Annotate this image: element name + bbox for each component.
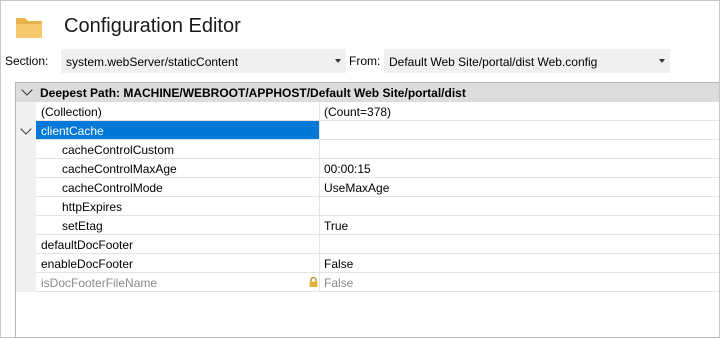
property-row-cachecontrolcustom[interactable]: cacheControlCustom	[16, 140, 719, 159]
row-gutter	[16, 197, 36, 216]
chevron-down-icon[interactable]	[20, 123, 32, 135]
row-gutter	[16, 235, 36, 254]
from-dropdown[interactable]: Default Web Site/portal/dist Web.config	[384, 49, 670, 73]
property-value[interactable]: UseMaxAge	[324, 178, 389, 199]
row-gutter	[16, 121, 36, 140]
property-name: clientCache	[36, 121, 320, 139]
property-grid: Deepest Path: MACHINE/WEBROOT/APPHOST/De…	[15, 82, 719, 338]
property-value[interactable]: True	[324, 216, 348, 237]
property-value[interactable]: False	[324, 254, 353, 275]
section-toolbar: Section: system.webServer/staticContent …	[1, 48, 719, 74]
property-row-enabledocfooter[interactable]: enableDocFooter False	[16, 254, 719, 273]
from-label: From:	[349, 54, 381, 68]
editor-header: Configuration Editor	[1, 1, 719, 45]
property-name: cacheControlMode	[36, 178, 320, 196]
property-name: httpExpires	[36, 197, 320, 215]
property-name: cacheControlCustom	[36, 140, 320, 158]
property-row-cachecontrolmaxage[interactable]: cacheControlMaxAge 00:00:15	[16, 159, 719, 178]
property-value[interactable]: 00:00:15	[324, 159, 371, 180]
property-row-clientcache[interactable]: clientCache	[16, 121, 719, 140]
configuration-editor-panel: Configuration Editor Section: system.web…	[0, 0, 720, 338]
deepest-path-label: Deepest Path: MACHINE/WEBROOT/APPHOST/De…	[40, 86, 466, 100]
row-gutter	[16, 254, 36, 273]
property-name: (Collection)	[36, 102, 320, 120]
from-dropdown-value: Default Web Site/portal/dist Web.config	[389, 55, 598, 69]
property-row-cachecontrolmode[interactable]: cacheControlMode UseMaxAge	[16, 178, 719, 197]
folder-icon	[16, 18, 42, 38]
chevron-down-icon	[659, 59, 665, 63]
property-value[interactable]: (Count=378)	[324, 102, 391, 123]
property-row-defaultdocfooter[interactable]: defaultDocFooter	[16, 235, 719, 254]
row-gutter	[16, 273, 36, 292]
section-dropdown[interactable]: system.webServer/staticContent	[61, 49, 346, 73]
property-name: isDocFooterFileName	[36, 273, 320, 291]
row-gutter	[16, 216, 36, 235]
property-name: enableDocFooter	[36, 254, 320, 272]
row-gutter	[16, 140, 36, 159]
property-rows: (Collection) (Count=378) clientCache cac…	[16, 102, 719, 292]
property-value: False	[324, 276, 354, 290]
row-gutter	[16, 102, 36, 121]
property-name: setEtag	[36, 216, 320, 234]
row-gutter	[16, 159, 36, 178]
property-name: cacheControlMaxAge	[36, 159, 320, 177]
deepest-path-header[interactable]: Deepest Path: MACHINE/WEBROOT/APPHOST/De…	[16, 83, 719, 102]
chevron-down-icon[interactable]	[21, 84, 33, 96]
property-row-httpexpires[interactable]: httpExpires	[16, 197, 719, 216]
property-name: defaultDocFooter	[36, 235, 320, 253]
property-row-isdocfooterfilename[interactable]: isDocFooterFileName False	[16, 273, 719, 292]
property-row-collection[interactable]: (Collection) (Count=378)	[16, 102, 719, 121]
section-dropdown-value: system.webServer/staticContent	[66, 55, 239, 69]
chevron-down-icon	[335, 59, 341, 63]
page-title: Configuration Editor	[64, 15, 241, 37]
row-gutter	[16, 178, 36, 197]
property-row-setetag[interactable]: setEtag True	[16, 216, 719, 235]
lock-icon	[309, 277, 318, 287]
section-label: Section:	[5, 54, 49, 68]
